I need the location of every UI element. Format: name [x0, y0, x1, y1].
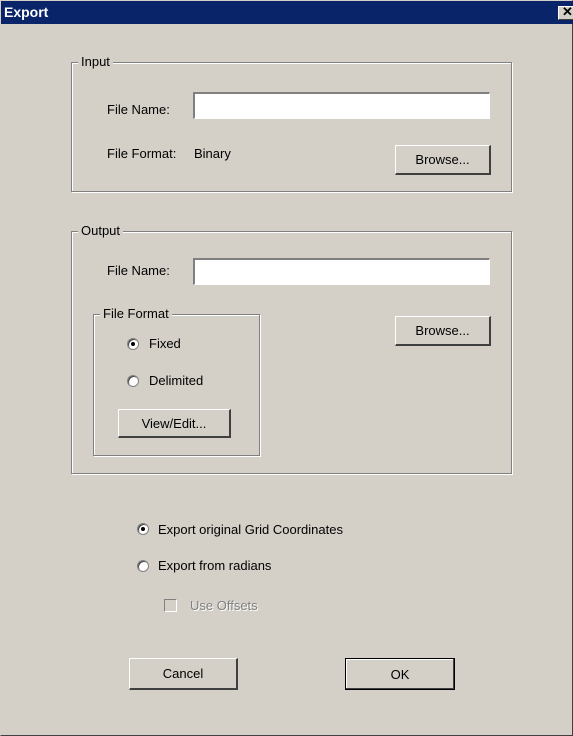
output-file-name-label: File Name:	[107, 263, 170, 278]
export-dialog: Export ✕ Input File Name: File Format: B…	[0, 0, 573, 736]
file-format-legend: File Format	[100, 306, 172, 322]
use-offsets-label[interactable]: Use Offsets	[190, 598, 258, 614]
export-grid-label[interactable]: Export original Grid Coordinates	[158, 522, 343, 538]
dialog-title: Export	[4, 4, 49, 20]
use-offsets-checkbox[interactable]	[164, 599, 177, 612]
export-grid-radio-dot	[141, 527, 145, 531]
title-bar[interactable]: Export ✕	[1, 1, 573, 24]
input-file-name-label: File Name:	[107, 102, 170, 117]
export-grid-radio[interactable]	[137, 523, 149, 535]
input-browse-button[interactable]: Browse...	[395, 145, 491, 175]
fixed-radio-dot	[131, 342, 135, 346]
delimited-radio[interactable]	[127, 375, 139, 387]
ok-button[interactable]: OK	[345, 658, 455, 690]
input-file-format-value: Binary	[194, 146, 231, 161]
close-icon: ✕	[562, 4, 573, 19]
cancel-button[interactable]: Cancel	[129, 658, 238, 690]
output-group-legend: Output	[78, 223, 124, 239]
view-edit-button[interactable]: View/Edit...	[118, 409, 231, 438]
input-file-format-label: File Format:	[107, 146, 177, 161]
delimited-label[interactable]: Delimited	[149, 373, 203, 389]
export-radians-radio[interactable]	[137, 560, 149, 572]
input-group-legend: Input	[78, 54, 113, 70]
output-file-name-field[interactable]	[193, 258, 490, 285]
output-browse-button[interactable]: Browse...	[395, 316, 491, 346]
close-button[interactable]: ✕	[558, 4, 573, 20]
input-file-name-field[interactable]	[193, 92, 490, 119]
fixed-radio[interactable]	[127, 338, 139, 350]
fixed-label[interactable]: Fixed	[149, 336, 181, 352]
export-radians-label[interactable]: Export from radians	[158, 558, 271, 574]
